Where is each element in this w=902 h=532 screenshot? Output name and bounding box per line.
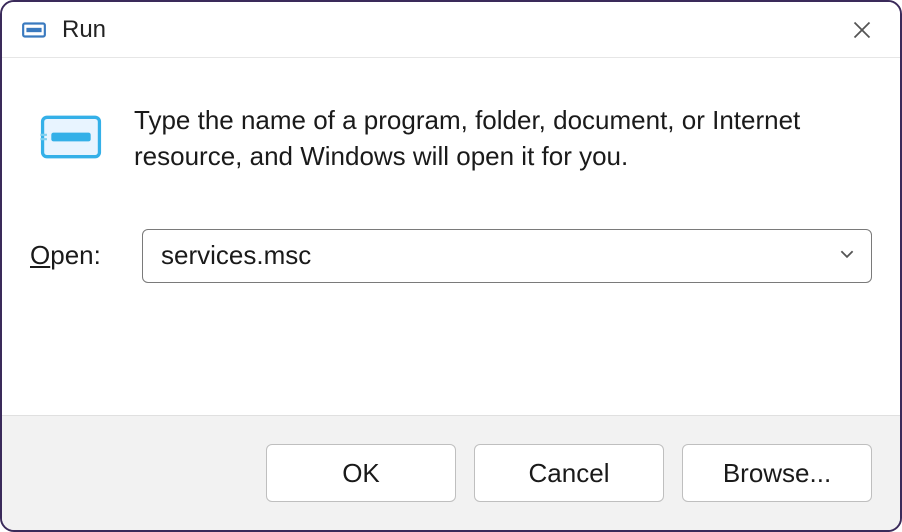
open-combobox[interactable] xyxy=(142,229,872,283)
description-text: Type the name of a program, folder, docu… xyxy=(134,100,872,175)
browse-button[interactable]: Browse... xyxy=(682,444,872,502)
open-row: Open: xyxy=(30,229,872,283)
window-title: Run xyxy=(62,16,834,44)
run-dialog: Run Type the name of a program, folder, … xyxy=(0,0,902,532)
run-icon xyxy=(20,16,48,44)
cancel-button[interactable]: Cancel xyxy=(474,444,664,502)
open-input[interactable] xyxy=(142,229,872,283)
dialog-footer: OK Cancel Browse... xyxy=(2,415,900,530)
close-button[interactable] xyxy=(834,10,890,50)
close-icon xyxy=(852,20,872,40)
run-icon-large xyxy=(36,102,106,172)
open-label: Open: xyxy=(30,240,124,271)
ok-button[interactable]: OK xyxy=(266,444,456,502)
titlebar: Run xyxy=(2,2,900,58)
info-row: Type the name of a program, folder, docu… xyxy=(30,100,872,175)
dialog-content: Type the name of a program, folder, docu… xyxy=(2,58,900,415)
